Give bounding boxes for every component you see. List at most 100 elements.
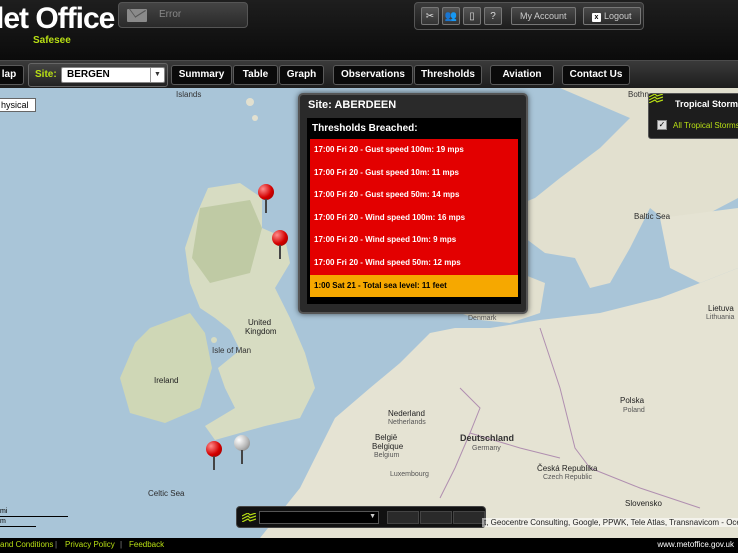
map-label: Nederland bbox=[388, 409, 425, 418]
site-marker-grey[interactable] bbox=[234, 435, 250, 465]
layer-option[interactable] bbox=[420, 511, 452, 524]
aviation-button[interactable]: Aviation bbox=[490, 65, 554, 85]
layer-option[interactable] bbox=[387, 511, 419, 524]
site-marker-red[interactable] bbox=[206, 441, 222, 471]
land-baltic bbox=[660, 208, 738, 283]
chevron-down-icon: ▼ bbox=[369, 513, 376, 520]
map-label: Celtic Sea bbox=[148, 489, 185, 498]
map-label: Česká Republika bbox=[537, 464, 598, 473]
storm-icon bbox=[242, 513, 256, 522]
logout-button[interactable]: x Logout bbox=[583, 7, 641, 25]
map-label: Germany bbox=[472, 445, 501, 452]
graph-button[interactable]: Graph bbox=[279, 65, 324, 85]
footer-separator: | bbox=[55, 540, 58, 549]
my-account-button[interactable]: My Account bbox=[511, 7, 576, 25]
land-shetland bbox=[246, 98, 254, 106]
scissors-icon[interactable]: ✂ bbox=[421, 7, 439, 25]
chevron-down-icon[interactable]: ▼ bbox=[150, 68, 164, 82]
map-label: Luxembourg bbox=[390, 471, 429, 478]
threshold-breach-row[interactable]: 17:00 Fri 20 - Gust speed 100m: 19 mps bbox=[310, 139, 518, 162]
map-label: Czech Republic bbox=[543, 474, 593, 481]
map-label: Poland bbox=[623, 407, 645, 414]
privacy-link[interactable]: Privacy Policy bbox=[65, 540, 115, 549]
popup-subtitle: Thresholds Breached: bbox=[312, 123, 418, 134]
window-icon[interactable]: ▯ bbox=[463, 7, 481, 25]
land-isle-of-man bbox=[211, 337, 217, 343]
map-label: Lithuania bbox=[706, 314, 735, 321]
site-select[interactable]: BERGEN ▼ bbox=[61, 67, 165, 83]
map-button[interactable]: lap bbox=[0, 65, 24, 85]
pin-icon bbox=[258, 184, 274, 200]
map-label: Bothn bbox=[628, 90, 649, 99]
account-toolbar: ✂ 👥 ▯ ? My Account x Logout bbox=[414, 2, 644, 30]
map-label: Baltic Sea bbox=[634, 212, 671, 221]
help-icon[interactable]: ? bbox=[484, 7, 502, 25]
pin-icon bbox=[234, 435, 250, 451]
map-label: Belgium bbox=[374, 452, 400, 459]
thresholds-button[interactable]: Thresholds bbox=[414, 65, 482, 85]
map-label: België bbox=[375, 433, 398, 442]
observations-button[interactable]: Observations bbox=[333, 65, 413, 85]
pin-icon bbox=[206, 441, 222, 457]
storm-icon bbox=[649, 94, 663, 103]
site-marker-aberdeen[interactable] bbox=[272, 230, 288, 260]
map-label: Deutschland bbox=[460, 433, 515, 443]
tropical-storms-panel: Tropical Storms ✓ All Tropical Storms bbox=[648, 93, 738, 139]
main-navigation: lap Site: BERGEN ▼ Summary Table Graph O… bbox=[0, 60, 738, 88]
mail-icon bbox=[127, 9, 147, 22]
summary-button[interactable]: Summary bbox=[171, 65, 232, 85]
close-icon: x bbox=[592, 13, 601, 22]
pin-icon bbox=[272, 230, 288, 246]
feedback-link[interactable]: Feedback bbox=[129, 540, 164, 549]
scale-label-km: m bbox=[0, 518, 6, 525]
map-label: Slovensko bbox=[625, 499, 662, 508]
storms-title: Tropical Storms bbox=[675, 99, 738, 109]
map-label: Polska bbox=[620, 396, 645, 405]
map-scale: mi m bbox=[0, 506, 70, 528]
site-url[interactable]: www.metoffice.gov.uk bbox=[657, 540, 734, 549]
land-ireland bbox=[120, 313, 212, 423]
error-notification[interactable]: Error bbox=[118, 2, 248, 28]
footer-separator: | bbox=[120, 540, 123, 549]
site-selector: Site: BERGEN ▼ bbox=[28, 63, 168, 87]
threshold-breach-row[interactable]: 17:00 Fri 20 - Gust speed 10m: 11 mps bbox=[310, 161, 518, 185]
map-label: Isle of Man bbox=[212, 346, 252, 355]
threshold-breach-row[interactable]: 17:00 Fri 20 - Wind speed 100m: 16 mps bbox=[310, 206, 518, 230]
storms-item-label: All Tropical Storms bbox=[673, 121, 738, 130]
logo-subtitle: Safesee bbox=[33, 35, 71, 46]
map-label: Ireland bbox=[154, 376, 179, 385]
popup-body: Thresholds Breached: 17:00 Fri 20 - Gust… bbox=[307, 118, 521, 304]
footer: and Conditions | Privacy Policy | Feedba… bbox=[0, 538, 738, 553]
map-label: United bbox=[248, 318, 272, 327]
site-label: Site: bbox=[35, 69, 57, 80]
scale-label-miles: mi bbox=[0, 508, 8, 515]
map-label: Netherlands bbox=[388, 419, 426, 426]
threshold-breach-row[interactable]: 17:00 Fri 20 - Wind speed 50m: 12 mps bbox=[310, 252, 518, 275]
app-header: let Office Safesee Error ✂ 👥 ▯ ? My Acco… bbox=[0, 0, 738, 60]
map-legend-bar: ▼ bbox=[236, 506, 486, 528]
met-office-logo[interactable]: let Office bbox=[0, 2, 115, 36]
error-label: Error bbox=[159, 9, 182, 20]
site-popup: Site: ABERDEEN Thresholds Breached: 17:0… bbox=[298, 93, 528, 314]
contact-us-button[interactable]: Contact Us bbox=[562, 65, 630, 85]
threshold-breach-row[interactable]: 17:00 Fri 20 - Gust speed 50m: 14 mps bbox=[310, 184, 518, 207]
storms-checkbox[interactable]: ✓ bbox=[657, 120, 667, 130]
users-icon[interactable]: 👥 bbox=[442, 7, 460, 25]
map-label: Islands bbox=[176, 90, 202, 99]
threshold-breach-row[interactable]: 17:00 Fri 20 - Wind speed 10m: 9 mps bbox=[310, 229, 518, 252]
logout-label: Logout bbox=[604, 11, 632, 21]
physical-map-toggle[interactable]: hysical bbox=[0, 98, 36, 112]
map-view[interactable]: hysical Islands Bothn Baltic Sea Denmark… bbox=[0, 88, 738, 538]
site-select-value: BERGEN bbox=[67, 69, 110, 80]
land-shetland-2 bbox=[252, 115, 258, 121]
map-attribution: t, Geocentre Consulting, Google, PPWK, T… bbox=[482, 518, 738, 527]
threshold-breach-row[interactable]: 1:00 Sat 21 - Total sea level: 11 feet bbox=[310, 274, 518, 298]
map-label: Lietuva bbox=[708, 304, 734, 313]
layer-select[interactable]: ▼ bbox=[259, 511, 379, 524]
table-button[interactable]: Table bbox=[233, 65, 278, 85]
map-label: Denmark bbox=[468, 315, 497, 322]
map-label: Belgique bbox=[372, 442, 404, 451]
site-marker-red[interactable] bbox=[258, 184, 274, 214]
layer-option[interactable] bbox=[453, 511, 485, 524]
terms-link[interactable]: and Conditions bbox=[0, 540, 53, 549]
